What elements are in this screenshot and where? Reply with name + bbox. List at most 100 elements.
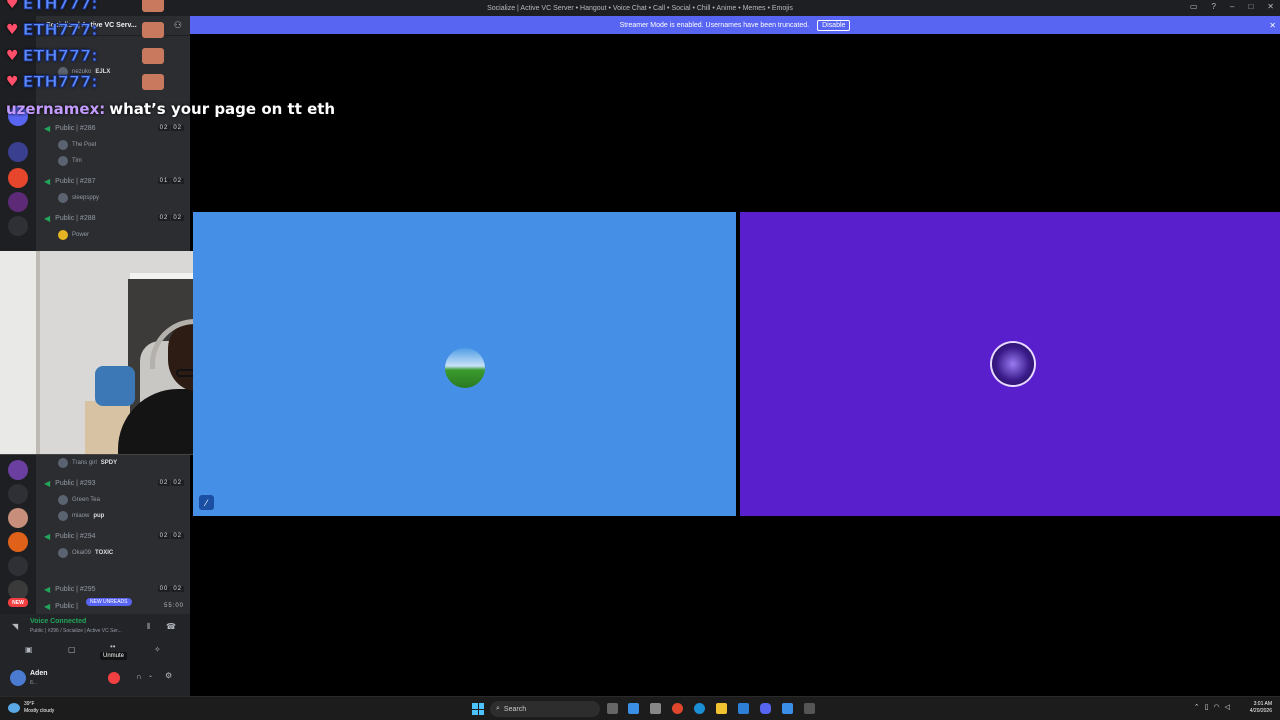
chat-username: uzernamex:: [6, 100, 106, 118]
heart-icon: ♥: [6, 0, 19, 12]
member-row[interactable]: Tim: [58, 155, 178, 167]
disconnect-icon[interactable]: ☎: [166, 622, 176, 631]
app-icon[interactable]: [650, 703, 661, 714]
server-icon[interactable]: [8, 216, 28, 236]
voice-channel-294[interactable]: ◀ Public | #294 02 02: [44, 530, 184, 542]
app-icon[interactable]: [804, 703, 815, 714]
clock[interactable]: 3:01 AM 4/20/2026: [1250, 701, 1272, 715]
weather-widget[interactable]: 39°F Mostly cloudy: [24, 701, 54, 715]
camera-icon[interactable]: ▣: [25, 645, 33, 654]
member-row[interactable]: Power: [58, 229, 178, 241]
member-row[interactable]: sleepsppy: [58, 192, 178, 204]
search-label: Search: [503, 705, 527, 713]
new-unreads-pill[interactable]: NEW UNREADS: [86, 598, 132, 606]
windows-taskbar: 39°F Mostly cloudy ⌕ Search ⌃ ▯ ◠ ◁ 3:01…: [0, 696, 1280, 720]
voice-channel-287[interactable]: ◀ Public | #287 01 02: [44, 175, 184, 187]
weather-icon[interactable]: [8, 703, 20, 713]
speaker-icon: ◀: [44, 601, 51, 611]
activity-icon[interactable]: ••: [110, 642, 116, 651]
chevron-down-icon[interactable]: ⌄: [148, 672, 153, 679]
heart-icon: ♥: [6, 73, 19, 90]
emote-icon: [141, 73, 164, 90]
member-row[interactable]: The Poet: [58, 139, 178, 151]
voice-channel-288[interactable]: ◀ Public | #288 02 02: [44, 212, 184, 224]
server-icon[interactable]: [8, 484, 28, 504]
app-icon[interactable]: [738, 703, 749, 714]
avatar: [58, 230, 68, 240]
member-tag: SPDY: [100, 460, 118, 466]
member-name: sleepsppy: [72, 195, 100, 201]
voice-channel-293[interactable]: ◀ Public | #293 02 02: [44, 477, 184, 489]
speaker-icon: ◀: [44, 531, 51, 541]
task-view-icon[interactable]: [607, 703, 618, 714]
server-icon[interactable]: [8, 192, 28, 212]
user-count: 02 02: [157, 533, 184, 539]
avatar: [58, 548, 68, 558]
window-controls: ▭ ? – □ ✕: [1190, 2, 1274, 11]
chevron-up-icon[interactable]: ⌃: [1194, 703, 1200, 711]
member-row[interactable]: Green Tea: [58, 494, 178, 506]
chat-line: ♥ ETH777:: [6, 0, 164, 14]
headphones-icon[interactable]: ∩: [136, 672, 142, 681]
screen-share-icon[interactable]: ▢: [68, 645, 76, 654]
chat-username: ETH777:: [22, 0, 98, 14]
wifi-icon[interactable]: ◠: [1214, 703, 1220, 711]
edge-icon[interactable]: [694, 703, 705, 714]
server-icon[interactable]: [8, 532, 28, 552]
chat-text: what’s your page on tt eth: [109, 100, 336, 118]
voice-panel: ◥ Voice Connected Public | #296 / Social…: [0, 614, 190, 696]
maximize-button[interactable]: □: [1248, 2, 1253, 11]
participant-tile[interactable]: [740, 212, 1280, 516]
help-icon[interactable]: ?: [1212, 2, 1216, 11]
volume-icon[interactable]: ◁: [1225, 703, 1230, 711]
start-icon[interactable]: [472, 703, 484, 715]
user-name[interactable]: Aden: [30, 670, 48, 677]
chrome-icon[interactable]: [672, 703, 683, 714]
member-row[interactable]: Trans girl SPDY: [58, 457, 178, 469]
server-icon[interactable]: [8, 556, 28, 576]
chat-username: ETH777:: [22, 72, 98, 92]
noise-suppression-icon[interactable]: ⦀: [147, 622, 151, 632]
soundboard-icon[interactable]: ✧: [154, 645, 161, 654]
participant-tile[interactable]: ⁄: [193, 212, 736, 516]
user-count: 02 02: [157, 125, 184, 131]
member-name: miaow: [72, 513, 90, 519]
member-row[interactable]: Okai09 TOXIC: [58, 547, 178, 559]
close-button[interactable]: ✕: [1267, 2, 1274, 11]
avatar: [58, 495, 68, 505]
avatar[interactable]: [10, 670, 26, 686]
close-banner-icon[interactable]: ✕: [1269, 21, 1276, 30]
member-tag: TOXIC: [95, 550, 114, 556]
server-icon[interactable]: [8, 142, 28, 162]
app-icon[interactable]: [782, 703, 793, 714]
inbox-icon[interactable]: ▭: [1190, 2, 1198, 11]
voice-status[interactable]: Voice Connected: [30, 618, 86, 625]
file-explorer-icon[interactable]: [716, 703, 727, 714]
mic-muted-icon[interactable]: [108, 672, 120, 684]
avatar: [58, 193, 68, 203]
search-icon: ⌕: [496, 705, 500, 712]
weather-desc: Mostly cloudy: [24, 708, 55, 714]
app-icon[interactable]: [628, 703, 639, 714]
disable-streamer-mode-button[interactable]: Disable: [817, 19, 851, 31]
emote-icon: [141, 47, 164, 64]
avatar: [58, 458, 68, 468]
battery-icon[interactable]: ▯: [1205, 703, 1209, 711]
server-icon[interactable]: [8, 580, 28, 600]
member-row[interactable]: miaow pup: [58, 510, 178, 522]
minimize-button[interactable]: –: [1230, 2, 1234, 11]
voice-channel-295[interactable]: ◀ Public | #295 00 02: [44, 583, 184, 595]
taskbar-search[interactable]: ⌕ Search: [490, 701, 600, 717]
speaker-icon: ◀: [44, 213, 51, 223]
stage-timer: 55:00: [163, 603, 184, 609]
discord-icon[interactable]: [760, 703, 771, 714]
server-icon[interactable]: [8, 168, 28, 188]
settings-icon[interactable]: ⚙: [165, 671, 172, 680]
user-count: 01 02: [157, 178, 184, 184]
voice-channel-path[interactable]: Public | #296 / Socialize | Active VC Se…: [30, 628, 122, 634]
server-icon[interactable]: [8, 460, 28, 480]
signal-icon[interactable]: ◥: [12, 622, 18, 631]
server-icon[interactable]: [8, 508, 28, 528]
chat-line: ♥ ETH777:: [6, 20, 164, 40]
voice-channel-name: Public | #286: [55, 124, 96, 132]
